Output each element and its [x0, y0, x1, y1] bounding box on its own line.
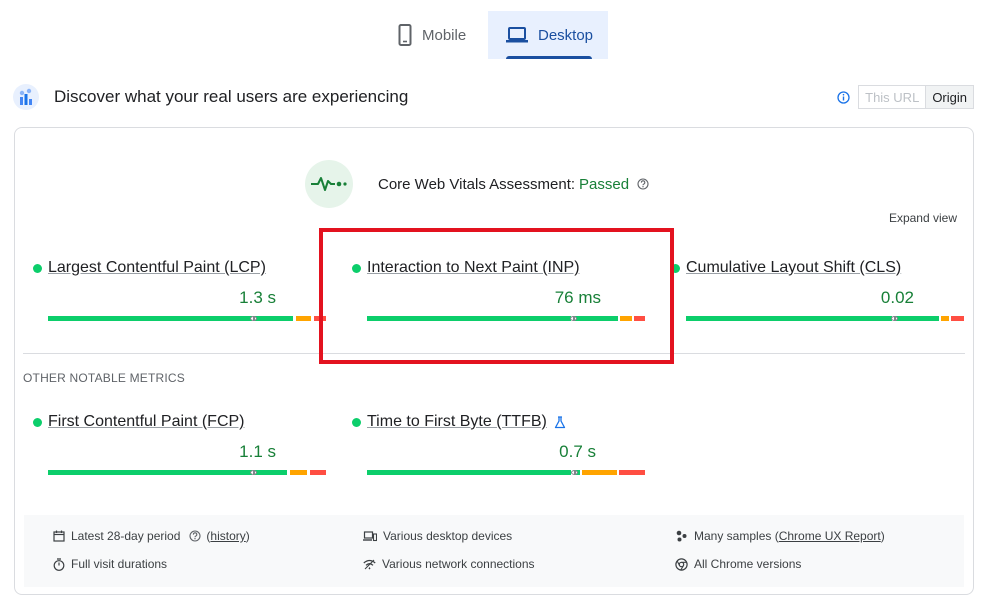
network-text: Various network connections [382, 557, 535, 571]
history-link[interactable]: history [210, 529, 245, 543]
tab-mobile[interactable]: Mobile [378, 11, 488, 59]
good-segment [48, 470, 252, 475]
devices-text: Various desktop devices [383, 529, 513, 543]
wifi-icon [363, 559, 376, 569]
data-source-footer: Latest 28-day period (history) Full visi… [24, 515, 964, 587]
tab-desktop-label: Desktop [538, 26, 594, 44]
device-scope: Various desktop devices [363, 529, 512, 543]
needs-improvement-segment [296, 316, 311, 321]
good-segment [255, 470, 287, 475]
metric-fcp-value: 1.1 s [239, 442, 276, 461]
metric-lcp-distribution-bar [48, 316, 326, 321]
scope-segmented-control: This URL Origin [858, 85, 974, 109]
sample-size: Many samples (Chrome UX Report) [675, 529, 885, 543]
help-icon[interactable] [189, 530, 201, 542]
metric-ttfb-distribution-bar [367, 470, 645, 475]
good-segment [367, 470, 571, 475]
poor-segment [619, 470, 645, 475]
metric-ttfb-link[interactable]: Time to First Byte (TTFB) [367, 413, 547, 431]
devices-icon [363, 530, 377, 541]
needs-improvement-segment [290, 470, 307, 475]
metric-cls-distribution-bar [686, 316, 964, 321]
assessment-label: Core Web Vitals Assessment: [378, 175, 576, 193]
metric-lcp-link[interactable]: Largest Contentful Paint (LCP) [48, 259, 266, 277]
chrome-icon [675, 557, 688, 571]
period-text: Latest 28-day period [71, 529, 181, 543]
metric-fcp: First Contentful Paint (FCP) 1.1 s [33, 413, 326, 483]
users-chart-icon [13, 84, 39, 110]
origin-button[interactable]: Origin [926, 86, 973, 108]
p75-marker-line [253, 470, 255, 475]
inp-highlight-box [319, 228, 674, 364]
laptop-icon [506, 27, 528, 43]
collection-period: Latest 28-day period (history) [53, 529, 250, 543]
metric-fcp-distribution-bar [48, 470, 326, 475]
flask-icon [554, 415, 566, 428]
metric-fcp-label-row: First Contentful Paint (FCP) [33, 413, 245, 431]
metric-lcp-value: 1.3 s [239, 288, 276, 307]
needs-improvement-segment [941, 316, 949, 321]
tab-mobile-label: Mobile [422, 26, 467, 44]
device-tabs: Mobile Desktop [378, 11, 608, 59]
samples-suffix: ) [880, 529, 885, 543]
metric-lcp-label-row: Largest Contentful Paint (LCP) [33, 259, 266, 277]
metric-ttfb-value: 0.7 s [559, 442, 596, 461]
header-title: Discover what your real users are experi… [54, 87, 409, 106]
url-origin-toggle: This URL Origin [837, 85, 974, 109]
active-tab-indicator [506, 56, 592, 59]
chrome-versions: All Chrome versions [675, 557, 801, 571]
phone-icon [398, 24, 412, 46]
pulse-icon [311, 177, 347, 191]
other-metrics-heading: OTHER NOTABLE METRICS [23, 371, 185, 385]
poor-segment [310, 470, 326, 475]
field-data-header: Discover what your real users are experi… [13, 82, 974, 112]
samples-icon [676, 530, 687, 542]
cwv-assessment: Core Web Vitals Assessment: Passed [305, 160, 649, 208]
metric-ttfb: Time to First Byte (TTFB) 0.7 s [352, 413, 645, 483]
metric-fcp-link[interactable]: First Contentful Paint (FCP) [48, 413, 245, 431]
expand-view-link[interactable]: Expand view [889, 211, 957, 225]
status-dot [33, 263, 42, 273]
p75-marker-line [574, 470, 576, 475]
samples-prefix: Many samples ( [694, 529, 779, 543]
metric-cls: Cumulative Layout Shift (CLS) 0.02 [671, 259, 964, 329]
visit-durations: Full visit durations [53, 557, 167, 571]
good-segment [686, 316, 892, 321]
metric-cls-value: 0.02 [880, 288, 914, 307]
stopwatch-icon [53, 557, 65, 571]
this-url-button[interactable]: This URL [859, 86, 927, 108]
durations-text: Full visit durations [71, 557, 168, 571]
needs-improvement-segment [582, 470, 617, 475]
tab-desktop[interactable]: Desktop [488, 11, 608, 59]
versions-text: All Chrome versions [694, 557, 802, 571]
metric-cls-label-row: Cumulative Layout Shift (CLS) [671, 259, 901, 277]
history-close-paren: ) [245, 529, 250, 543]
status-dot [352, 417, 361, 427]
calendar-icon [53, 530, 65, 542]
status-dot [33, 417, 42, 427]
info-icon[interactable] [837, 90, 850, 104]
metric-cls-link[interactable]: Cumulative Layout Shift (CLS) [686, 259, 901, 277]
assessment-status: Passed [579, 175, 630, 193]
good-segment [48, 316, 252, 321]
good-segment [896, 316, 939, 321]
poor-segment [951, 316, 964, 321]
good-segment [255, 316, 293, 321]
metric-lcp: Largest Contentful Paint (LCP) 1.3 s [33, 259, 326, 329]
vitals-pulse-badge [305, 160, 353, 208]
crux-report-link[interactable]: Chrome UX Report [779, 529, 881, 543]
metric-ttfb-label-row: Time to First Byte (TTFB) [352, 413, 566, 431]
help-icon[interactable] [637, 178, 649, 190]
p75-marker-line [253, 316, 255, 321]
p75-marker-line [894, 316, 896, 321]
network-scope: Various network connections [363, 557, 535, 571]
